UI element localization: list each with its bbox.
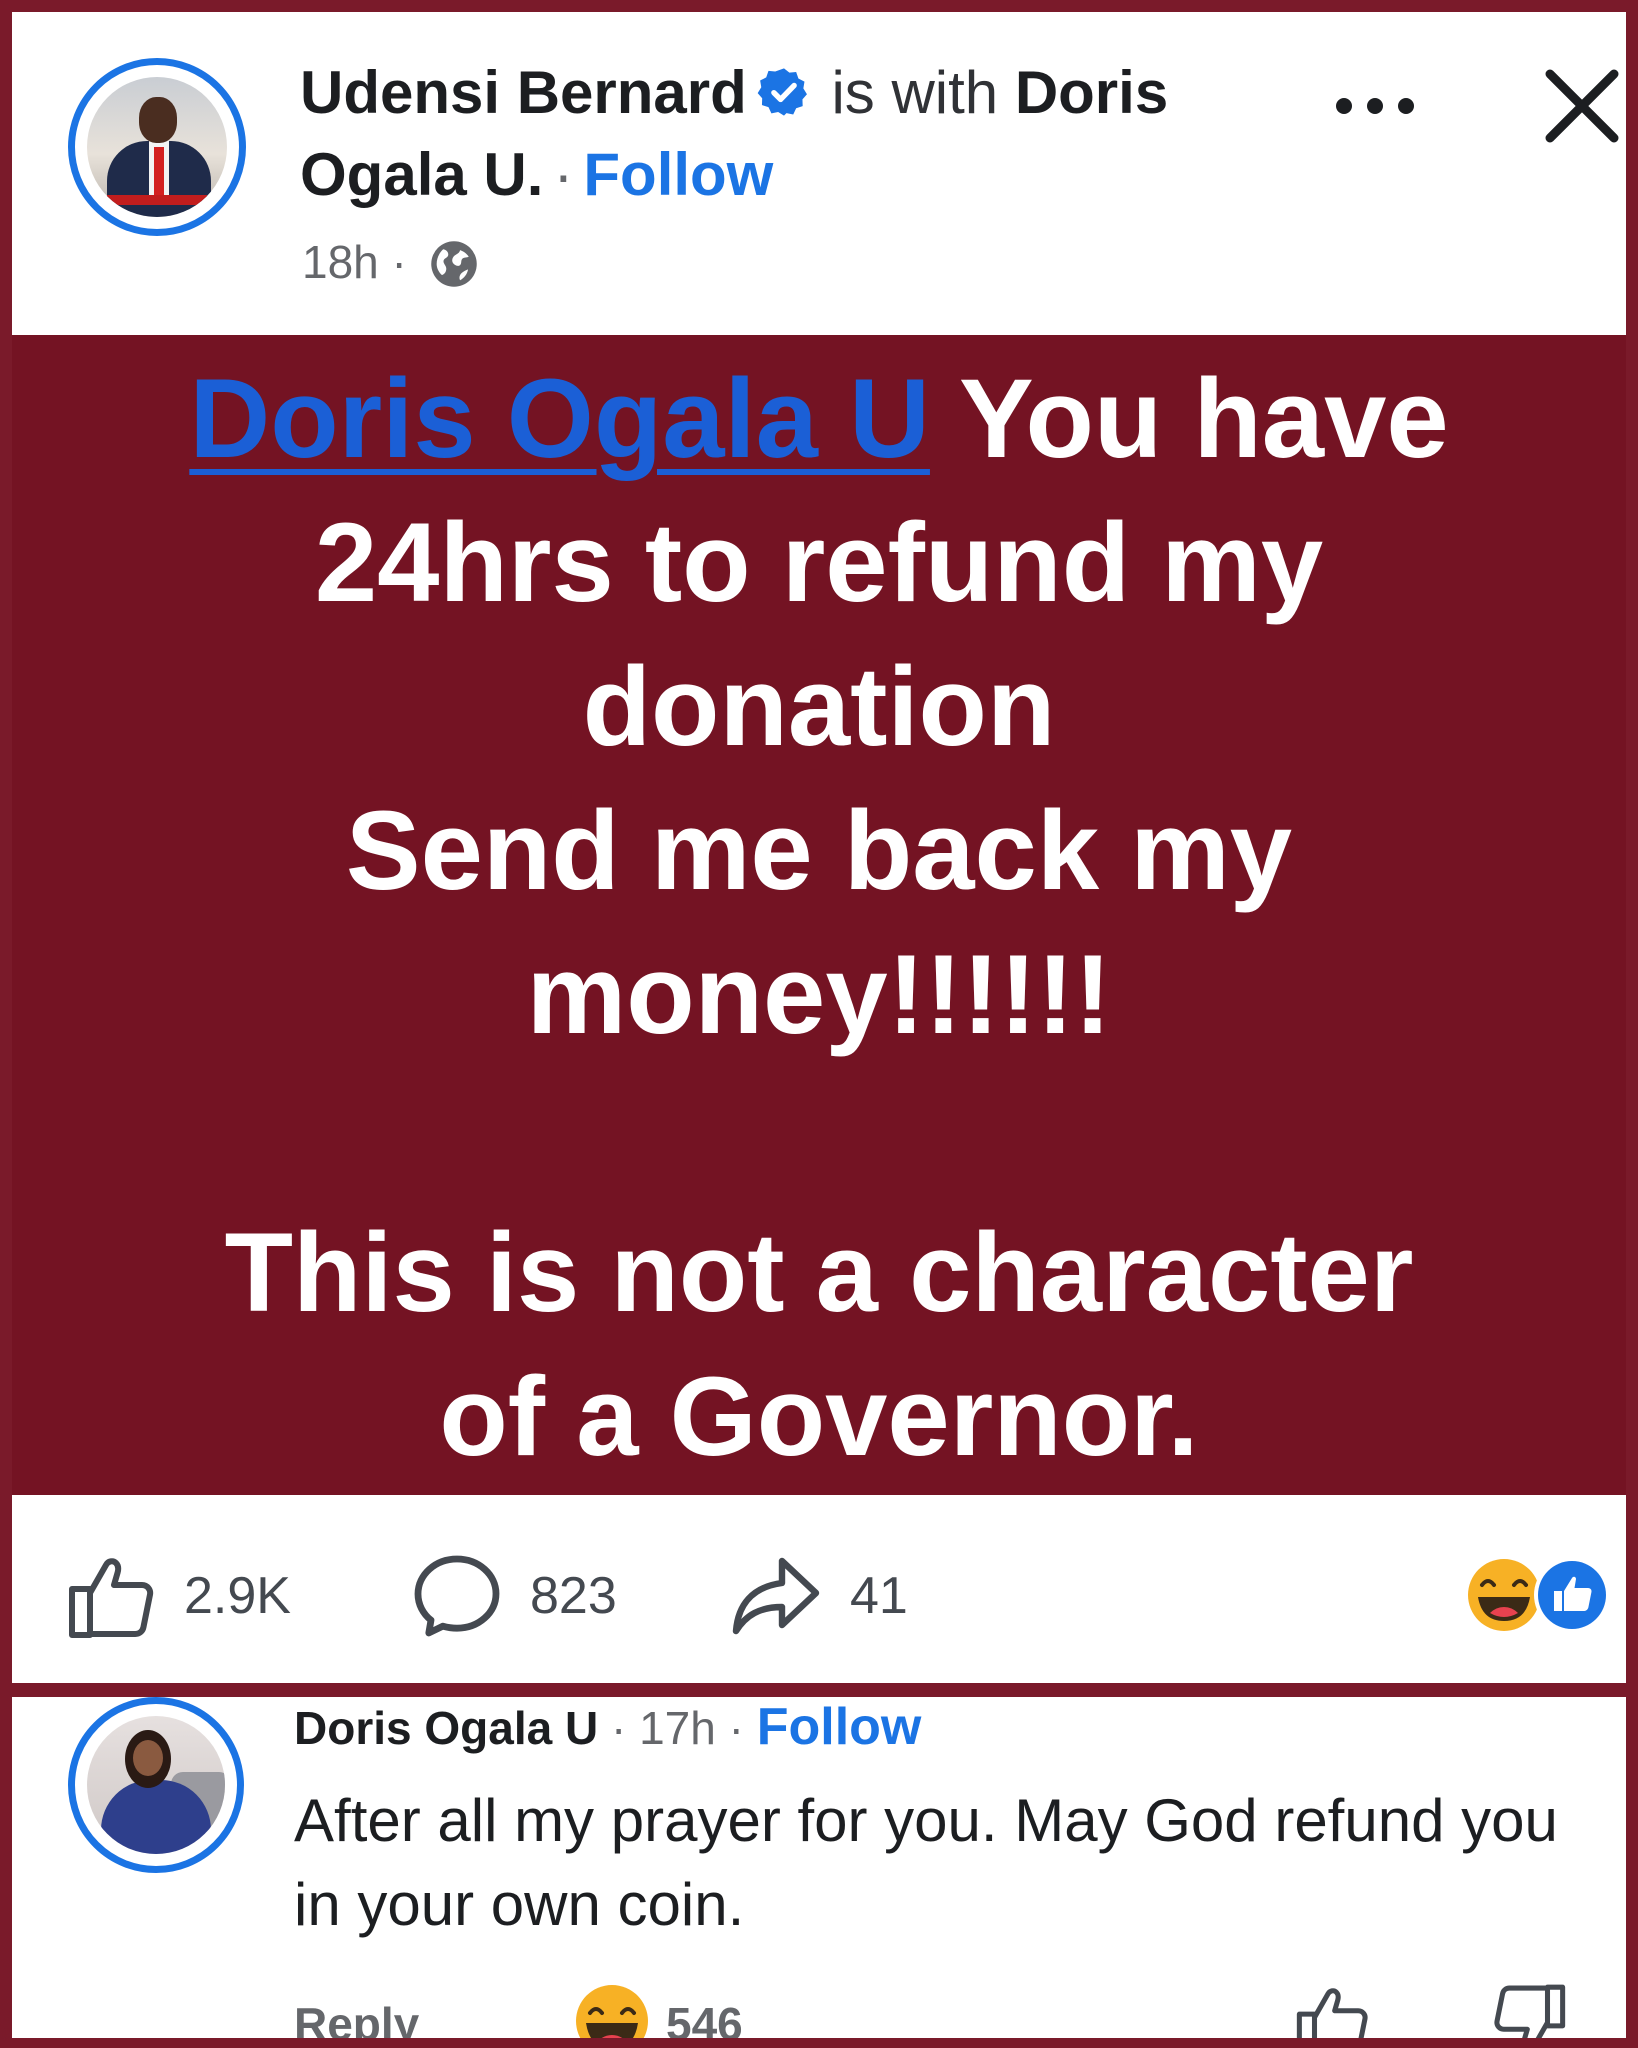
comment-count: 823 — [530, 1567, 617, 1625]
author-avatar[interactable] — [68, 58, 246, 236]
reaction-summary[interactable] — [1462, 1555, 1612, 1635]
commenter-photo — [87, 1716, 225, 1854]
comment-item: Doris Ogala U · 17h · Follow After all m… — [12, 1697, 1626, 2038]
post-text-banner: Doris Ogala U You have 24hrs to refund m… — [12, 335, 1626, 1495]
reply-button[interactable]: Reply — [294, 1997, 419, 2038]
author-photo — [87, 77, 227, 217]
separator-dot: · — [553, 141, 574, 208]
post-action-bar: 2.9K 823 41 — [12, 1495, 1626, 1683]
tagged-name-first[interactable]: Doris — [1015, 59, 1168, 126]
follow-button[interactable]: Follow — [583, 141, 773, 208]
like-button[interactable]: 2.9K — [68, 1553, 291, 1639]
dislike-icon[interactable] — [1492, 1983, 1566, 2038]
comment-header: Doris Ogala U · 17h · Follow — [294, 1697, 921, 1757]
share-button[interactable]: 41 — [730, 1553, 908, 1639]
commenter-avatar[interactable] — [68, 1697, 244, 1873]
with-text: is with — [831, 59, 999, 126]
comment-text: After all my prayer for you. May God ref… — [294, 1787, 1558, 1938]
comment-time[interactable]: 17h — [639, 1702, 716, 1754]
section-divider — [12, 1683, 1626, 1697]
separator-dot: · — [728, 1702, 744, 1754]
banner-line-1-rest: You have — [929, 356, 1449, 481]
comment-footer: Reply 546 — [294, 1984, 1614, 2038]
banner-line-7: of a Governor. — [439, 1354, 1199, 1479]
banner-line-4: Send me back my — [345, 788, 1293, 913]
share-icon — [732, 1557, 820, 1635]
mention-link[interactable]: Doris Ogala U — [189, 356, 930, 481]
post-card: Udensi Bernard is with Doris Ogala U. · Fo… — [12, 12, 1626, 2038]
tagged-name-rest[interactable]: Ogala U. — [300, 141, 543, 208]
haha-reaction-icon — [576, 1985, 648, 2038]
author-name[interactable]: Udensi Bernard — [300, 59, 747, 126]
commenter-name[interactable]: Doris Ogala U — [294, 1702, 598, 1754]
post-meta: 18h · — [302, 234, 480, 290]
verified-icon — [757, 68, 807, 116]
post-header: Udensi Bernard is with Doris Ogala U. · Fo… — [12, 12, 1626, 335]
banner-line-3: donation — [582, 644, 1056, 769]
more-icon[interactable] — [1330, 88, 1420, 124]
share-count: 41 — [850, 1567, 908, 1625]
haha-reaction-icon — [1468, 1559, 1540, 1631]
post-time[interactable]: 18h — [302, 236, 379, 288]
banner-line-1: Doris Ogala U You have — [12, 347, 1626, 491]
banner-line-6: This is not a character — [224, 1210, 1414, 1335]
comment-icon — [414, 1555, 500, 1637]
comment-button[interactable]: 823 — [412, 1553, 617, 1639]
like-icon[interactable] — [1296, 1983, 1370, 2038]
banner-line-2: 24hrs to refund my — [314, 500, 1324, 625]
post-author-line: Udensi Bernard is with Doris — [300, 58, 1300, 128]
like-icon — [69, 1558, 154, 1638]
close-icon[interactable] — [1542, 66, 1622, 146]
comment-follow-button[interactable]: Follow — [757, 1698, 922, 1756]
separator-dot: · — [610, 1702, 627, 1754]
comment-reaction-count: 546 — [666, 1998, 743, 2038]
post-author-line-2: Ogala U. · Follow — [300, 140, 773, 210]
globe-icon — [430, 241, 477, 287]
like-reaction-icon — [1534, 1557, 1610, 1633]
banner-line-5: money!!!!!! — [526, 932, 1112, 1057]
separator-dot: · — [391, 236, 407, 288]
like-count: 2.9K — [184, 1567, 291, 1625]
